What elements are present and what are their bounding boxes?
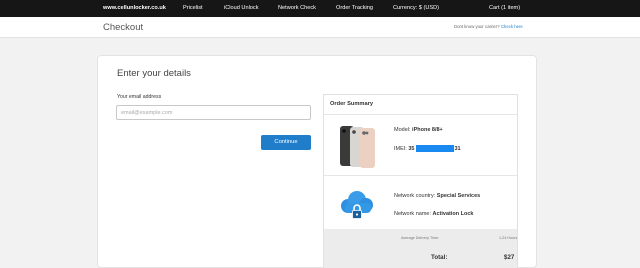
divider — [324, 114, 517, 115]
model-value: iPhone 8/8+ — [412, 127, 443, 133]
model-line: Model: iPhone 8/8+ — [394, 127, 443, 133]
imei-redaction — [415, 145, 454, 152]
total-label: Total: — [431, 254, 448, 261]
email-input[interactable] — [116, 105, 311, 120]
checkout-card: Enter your details Your email address Co… — [97, 55, 537, 268]
imei-line: IMEI: 35 31 — [394, 145, 461, 152]
cart-link[interactable]: Cart (1 item) — [489, 5, 520, 11]
order-summary: Order Summary Model: iPhone 8/8+ IMEI: 3… — [323, 94, 518, 268]
network-name-value: Activation Lock — [432, 211, 474, 217]
check-here-link[interactable]: Check here — [501, 24, 523, 29]
network-country-line: Network country: Special Services — [394, 193, 480, 199]
order-summary-title: Order Summary — [330, 101, 373, 107]
nav-network-check-link[interactable]: Network Check — [278, 5, 316, 11]
imei-label: IMEI: — [394, 145, 407, 152]
top-nav-bar: www.cellunlocker.co.uk Pricelist iCloud … — [0, 0, 640, 17]
nav-pricelist-link[interactable]: Pricelist — [183, 5, 203, 11]
delivery-time-value: 1-24 Hours — [499, 236, 518, 240]
network-name-label: Network name: — [394, 211, 431, 217]
nav-order-tracking-link[interactable]: Order Tracking — [336, 5, 373, 11]
site-name-link[interactable]: www.cellunlocker.co.uk — [103, 5, 166, 11]
page-title: Checkout — [103, 22, 144, 33]
delivery-time-label: Average Delivery Time: — [401, 236, 440, 240]
network-country-value: Special Services — [436, 193, 481, 199]
summary-footer: Average Delivery Time: 1-24 Hours Total:… — [324, 229, 517, 268]
imei-prefix: 35 — [408, 145, 415, 152]
divider — [324, 175, 517, 176]
carrier-help-text: Dont know your carrier? — [454, 24, 500, 29]
network-country-label: Network country: — [394, 193, 436, 199]
total-value: $27 — [504, 254, 515, 261]
model-label: Model: — [394, 127, 411, 133]
carrier-help: Dont know your carrier? Check here — [454, 24, 523, 29]
network-name-line: Network name: Activation Lock — [394, 211, 473, 217]
continue-button[interactable]: Continue — [261, 135, 311, 150]
page-header: Checkout Dont know your carrier? Check h… — [0, 17, 640, 38]
nav-icloud-unlock-link[interactable]: iCloud Unlock — [224, 5, 259, 11]
iphone-8-product-image — [340, 126, 375, 168]
icloud-lock-icon — [341, 191, 373, 219]
details-heading: Enter your details — [117, 68, 191, 79]
email-label: Your email address — [117, 94, 162, 100]
currency-selector[interactable]: Currency: $ (USD) — [393, 5, 439, 11]
imei-suffix: 31 — [454, 145, 461, 152]
